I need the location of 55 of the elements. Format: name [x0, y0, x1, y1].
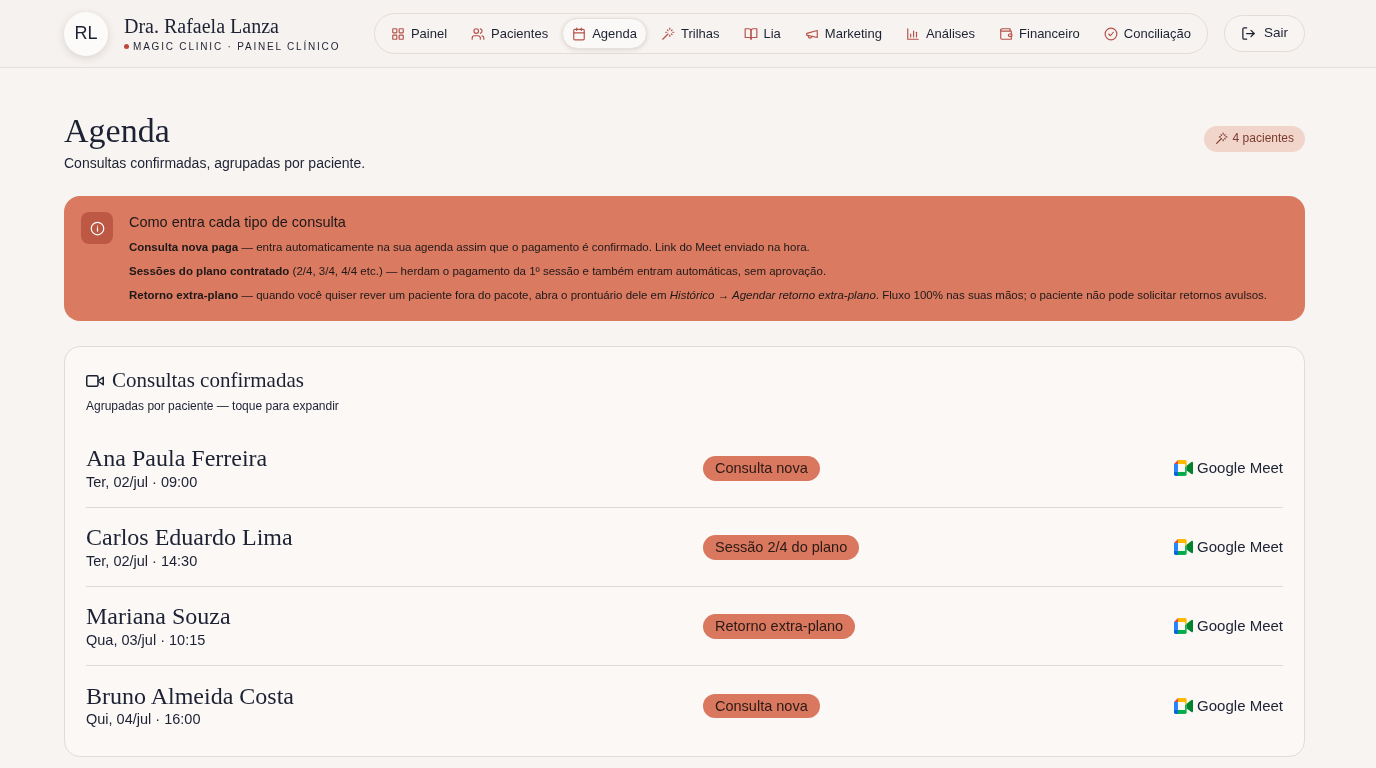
status-dot-icon	[124, 44, 129, 49]
book-icon	[743, 26, 758, 41]
logout-icon	[1241, 26, 1256, 41]
card-title: Consultas confirmadas	[112, 368, 304, 394]
patient-name: Carlos Eduardo Lima	[86, 524, 294, 552]
page-title: Agenda	[64, 112, 171, 150]
nav-tab[interactable]: Lia	[733, 17, 791, 50]
info-icon	[81, 212, 113, 245]
sparkle-wand-icon	[660, 26, 675, 41]
platform-label: Google Meet	[1197, 537, 1283, 558]
card-subtitle: Agrupadas por paciente — toque para expandir	[86, 398, 340, 416]
info-title: Como entra cada tipo de consulta	[129, 213, 347, 233]
video-camera-icon	[86, 373, 104, 388]
bar-chart-icon	[905, 26, 920, 41]
nav-tab[interactable]: Análises	[895, 17, 986, 50]
nav-tab[interactable]: Painel	[380, 17, 458, 50]
platform-label: Google Meet	[1197, 458, 1283, 479]
video-call-logo-icon	[1174, 618, 1194, 635]
nav-tab[interactable]: Marketing	[794, 17, 892, 50]
video-call-logo-icon	[1174, 697, 1194, 714]
appointment-type-tag: Retorno extra-plano	[703, 614, 856, 639]
page-subtitle: Consultas confirmadas, agrupadas por paciente.	[64, 154, 366, 174]
patient-name: Bruno Almeida Costa	[86, 682, 295, 711]
patient-name: Mariana Souza	[86, 603, 232, 631]
nav-tab[interactable]: Conciliação	[1093, 17, 1201, 50]
appointment-datetime: Ter, 02/jul · 14:30	[86, 551, 199, 571]
check-circle-icon	[1103, 26, 1118, 41]
wallet-icon	[999, 26, 1014, 41]
avatar: RL	[64, 11, 108, 56]
nav-tab[interactable]: Trilhas	[650, 17, 730, 50]
appointment-type-tag: Consulta nova	[703, 693, 820, 719]
appointment-type-tag: Sessão 2/4 do plano	[703, 535, 860, 560]
info-text: Sessões do plano contratado (2/4, 3/4, 4/4 etc.) — herdam o pagamento da 1º sessão e também entram automáticas, sem aprovação.	[129, 264, 828, 280]
platform-label: Google Meet	[1197, 695, 1283, 716]
video-call-logo-icon	[1174, 460, 1194, 477]
nav-tab[interactable]: Pacientes	[461, 17, 559, 50]
sparkle-wand-icon	[1214, 132, 1228, 146]
logout-button[interactable]: Sair	[1224, 15, 1305, 52]
users-icon	[471, 26, 486, 41]
appointment-datetime: Ter, 02/jul · 09:00	[86, 472, 199, 492]
video-call-logo-icon	[1174, 539, 1194, 556]
appointment-datetime: Qui, 04/jul · 16:00	[86, 710, 202, 730]
clinic-label: MAGIC CLINIC · PAINEL CLÍNICO	[133, 40, 341, 53]
appointment-type-tag: Consulta nova	[703, 456, 820, 481]
patient-name: Ana Paula Ferreira	[86, 445, 269, 473]
appointment-datetime: Qua, 03/jul · 10:15	[86, 630, 207, 650]
badge-label: 4 pacientes	[1232, 131, 1294, 147]
info-text: Retorno extra-plano — quando você quiser rever um paciente fora do pacote, abra o prontuário dele em Histórico → Agendar retorno extra-plano. Fluxo 100% nas suas mãos; o paciente não pode solicitar retornos avulsos.	[129, 288, 1268, 304]
calendar-icon	[572, 26, 587, 41]
doctor-name: Dra. Rafaela Lanza	[124, 14, 280, 37]
nav-tab[interactable]: Agenda	[562, 17, 647, 50]
info-text: Consulta nova paga — entra automaticamente na sua agenda assim que o pagamento é confirmado. Link do Meet enviado na hora.	[129, 240, 811, 256]
nav-tab[interactable]: Financeiro	[989, 17, 1090, 50]
grid-icon	[390, 26, 405, 41]
platform-label: Google Meet	[1197, 616, 1283, 637]
